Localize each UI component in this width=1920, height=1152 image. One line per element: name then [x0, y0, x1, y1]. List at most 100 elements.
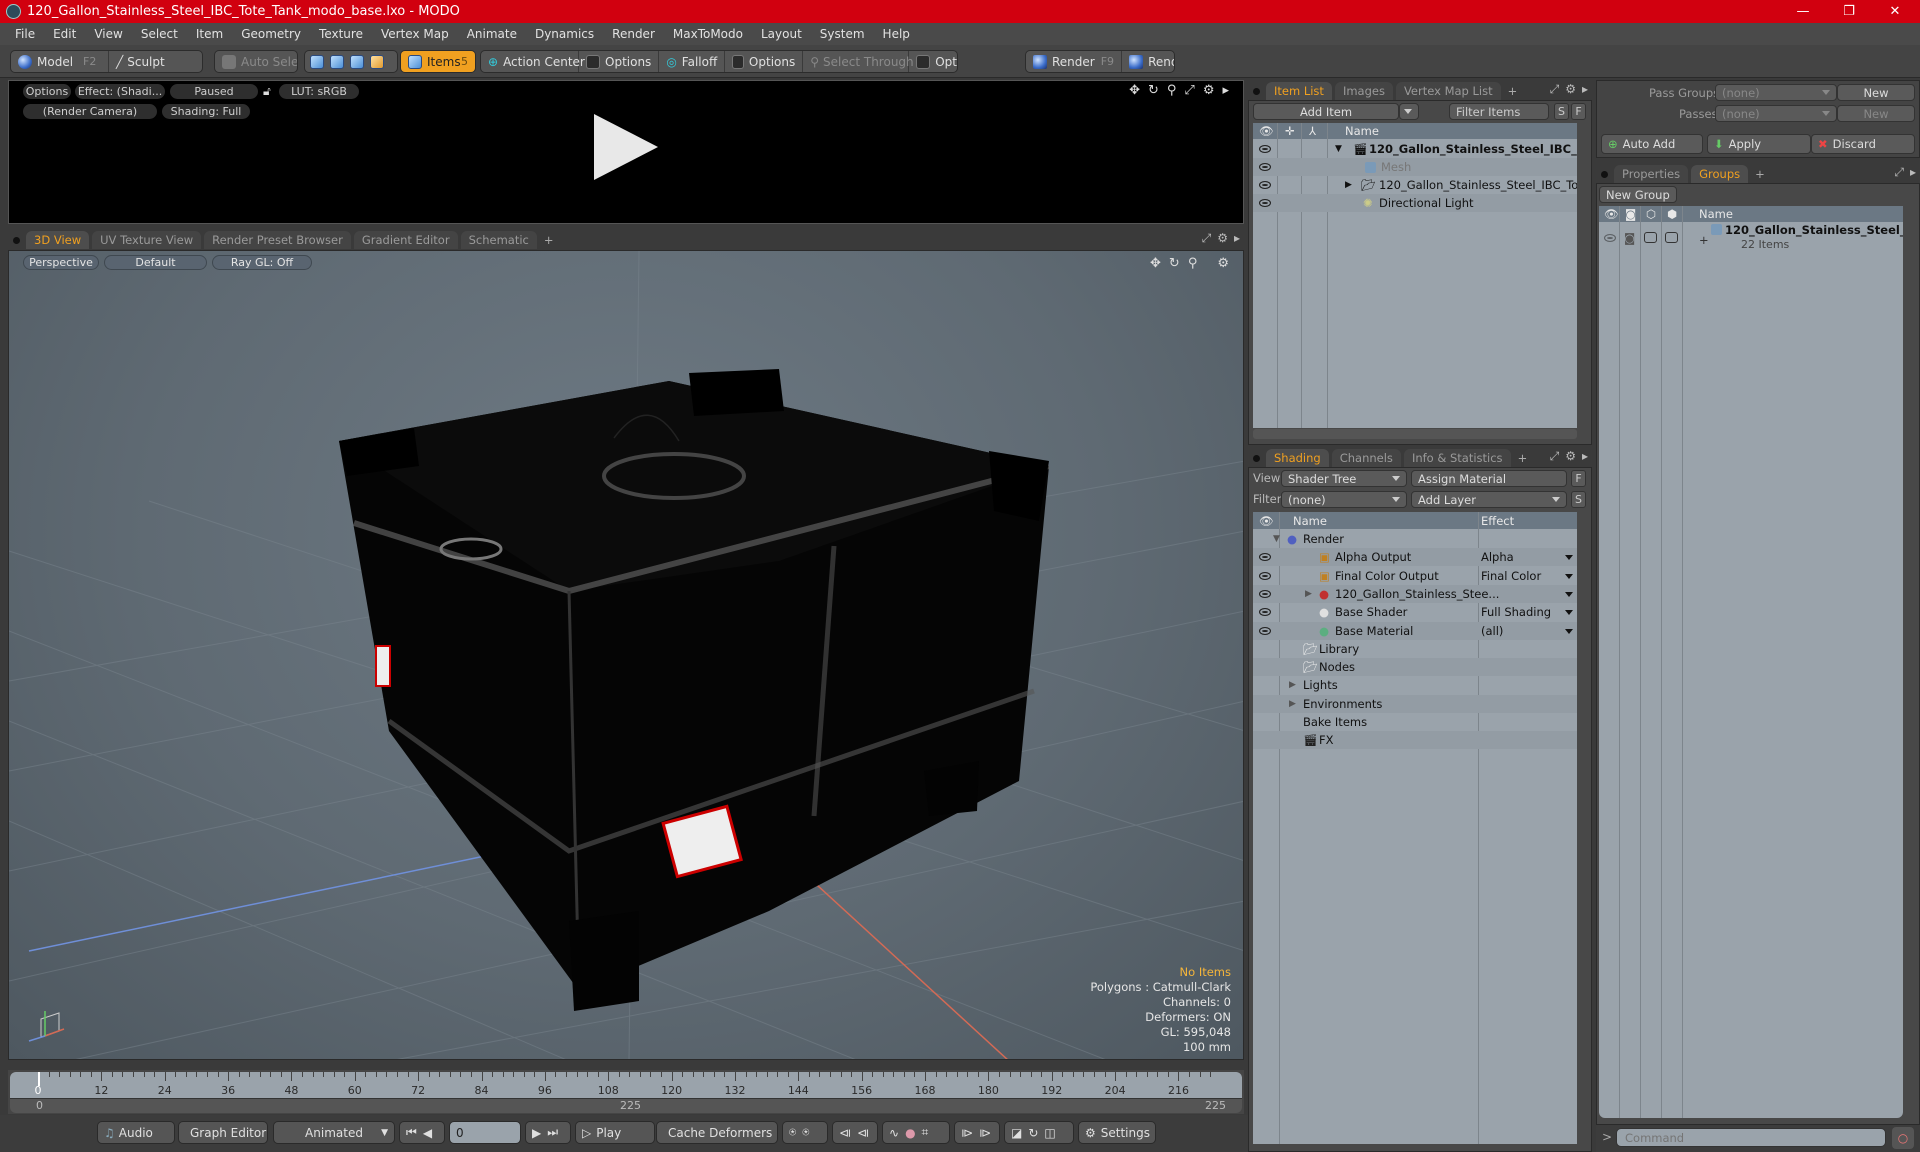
expand-arrow-icon[interactable]: ▶	[1289, 699, 1296, 709]
maximize-icon[interactable]: ⤢	[1184, 83, 1194, 98]
collapse-arrow-icon[interactable]: ▼	[1273, 534, 1280, 544]
menu-help[interactable]: Help	[874, 27, 919, 41]
eye-icon[interactable]	[1604, 234, 1616, 242]
alpha-output-row[interactable]: ▣ Alpha Output Alpha	[1253, 548, 1577, 567]
audio-button[interactable]: ♫ Audio	[97, 1121, 175, 1144]
polygons-mode-icon[interactable]	[350, 54, 364, 69]
expand-arrow-icon[interactable]: ▸	[1582, 449, 1588, 464]
apply-button[interactable]: ⬇ Apply	[1707, 134, 1811, 154]
render-button[interactable]: Render F9	[1026, 51, 1123, 72]
expand-arrow-icon[interactable]: ▶	[1289, 680, 1296, 690]
maximize-icon[interactable]: ⤢	[1202, 231, 1212, 246]
expand-arrow-icon[interactable]: ▸	[1582, 82, 1588, 97]
chevron-down-icon[interactable]	[1565, 573, 1573, 579]
filter-dropdown[interactable]: (none)	[1281, 491, 1407, 508]
expand-arrow-icon[interactable]: ▸	[1234, 231, 1240, 246]
item-row-light[interactable]: ✺ Directional Light	[1253, 194, 1577, 212]
tab-images[interactable]: Images	[1334, 82, 1393, 100]
chevron-down-icon[interactable]	[1565, 628, 1573, 634]
frame-input[interactable]: 0	[449, 1121, 521, 1144]
timeline-range-bar[interactable]: 0 225 225	[10, 1098, 1242, 1113]
tab-uv-texture-view[interactable]: UV Texture View	[92, 231, 202, 249]
layers-icon[interactable]: ◫	[1044, 1126, 1055, 1140]
new-pass-button[interactable]: New	[1837, 105, 1915, 122]
next-key-icon[interactable]: ⧐	[961, 1126, 973, 1140]
tab-groups[interactable]: Groups	[1691, 165, 1749, 183]
expand-arrow-icon[interactable]: ▸	[1222, 83, 1229, 98]
add-tab-button[interactable]: +	[1514, 449, 1532, 467]
select-toggle[interactable]	[1665, 232, 1678, 243]
gear-icon[interactable]: ⚙	[1565, 82, 1576, 97]
menu-texture[interactable]: Texture	[310, 27, 372, 41]
auto-select-button[interactable]: Auto Select	[215, 51, 297, 72]
tab-3d-view[interactable]: 3D View	[26, 231, 90, 249]
loop-icon[interactable]: ↻	[1028, 1126, 1038, 1140]
item-row-scene[interactable]: ▼ 🎬︎ 120_Gallon_Stainless_Steel_IBC_ ...	[1253, 140, 1577, 158]
lut-dropdown[interactable]: LUT: sRGB	[279, 84, 359, 99]
zoom-icon[interactable]: ⚲	[1167, 83, 1177, 98]
render-row[interactable]: ▼ ● Render	[1253, 530, 1577, 548]
library-row[interactable]: 📂︎ Library	[1253, 640, 1577, 658]
tab-channels[interactable]: Channels	[1331, 449, 1401, 467]
discard-button[interactable]: ✖ Discard	[1811, 134, 1915, 154]
falloff-button[interactable]: ◎ Falloff	[659, 51, 726, 72]
tab-bar-handle[interactable]	[13, 237, 20, 244]
tab-item-list[interactable]: Item List	[1266, 82, 1332, 100]
add-item-dropdown[interactable]	[1399, 103, 1419, 120]
eye-icon[interactable]	[1259, 199, 1271, 207]
3d-viewport[interactable]: Perspective Default Ray GL: Off ✥ ↻ ⚲ ⚙ …	[8, 250, 1244, 1060]
tab-shading[interactable]: Shading	[1266, 449, 1329, 467]
eye-icon[interactable]	[1259, 626, 1271, 635]
playhead[interactable]	[38, 1072, 40, 1086]
add-tab-button[interactable]: +	[1504, 82, 1522, 100]
menu-geometry[interactable]: Geometry	[232, 27, 310, 41]
ibc-tote-tank-model[interactable]	[339, 369, 1050, 1011]
skip-to-end-icon[interactable]: ⏭	[547, 1125, 558, 1140]
chevron-down-icon[interactable]	[1565, 555, 1573, 561]
skip-to-start-icon[interactable]: ⏮	[406, 1125, 417, 1140]
items-mode-button[interactable]: Items 5	[401, 51, 475, 72]
passes-dropdown[interactable]: (none)	[1715, 105, 1837, 122]
filter-items-input[interactable]: Filter Items	[1449, 103, 1549, 120]
action-center-button[interactable]: ⊕ Action Center	[481, 51, 585, 72]
fx-row[interactable]: 🎬︎ FX	[1253, 731, 1577, 750]
settings-button[interactable]: ⚙ Settings	[1078, 1121, 1156, 1144]
vertices-mode-icon[interactable]	[310, 54, 324, 69]
camera-key-icon[interactable]: ◪	[1011, 1126, 1022, 1140]
maximize-icon[interactable]: ⤢	[1550, 82, 1560, 97]
effect-dropdown[interactable]: Effect: (Shadi...	[75, 84, 165, 99]
eye-icon[interactable]	[1259, 145, 1271, 153]
pan-icon[interactable]: ✥	[1129, 83, 1140, 98]
effect-value[interactable]: Final Color	[1481, 569, 1541, 583]
tab-gradient-editor[interactable]: Gradient Editor	[353, 231, 458, 249]
eye-icon[interactable]	[1259, 163, 1271, 171]
effect-value[interactable]: Full Shading	[1481, 605, 1551, 619]
s-button[interactable]: S	[1571, 491, 1586, 508]
menu-file[interactable]: File	[6, 27, 44, 41]
gear-icon[interactable]: ⚙	[1203, 83, 1215, 98]
base-shader-row[interactable]: ● Base Shader Full Shading	[1253, 603, 1577, 621]
raygl-dropdown[interactable]: Ray GL: Off	[212, 255, 312, 270]
preview-options-button[interactable]: Options	[23, 84, 71, 99]
menu-layout[interactable]: Layout	[752, 27, 811, 41]
close-button[interactable]: ✕	[1872, 0, 1918, 23]
timeline[interactable]: 0 12 24 36 48 60 72 84 96 108 120 132 144 156 168 180 19…	[8, 1070, 1244, 1114]
render-toggle-icon[interactable]: ◙	[1624, 231, 1635, 245]
final-color-output-row[interactable]: ▣ Final Color Output Final Color	[1253, 567, 1577, 585]
gear-icon[interactable]: ⚙	[1565, 449, 1576, 464]
menu-system[interactable]: System	[811, 27, 874, 41]
graph-editor-button[interactable]: Graph Editor	[178, 1121, 268, 1144]
step-forward-icon[interactable]: ▶	[532, 1126, 541, 1140]
menu-maxtomodo[interactable]: MaxToModo	[664, 27, 752, 41]
gear-icon[interactable]: ⚙	[1217, 256, 1229, 271]
assign-material-button[interactable]: Assign Material	[1411, 470, 1567, 487]
play-button[interactable]: ▷ Play	[575, 1121, 655, 1144]
environments-row[interactable]: ▶ Environments	[1253, 694, 1577, 713]
item-row-mesh[interactable]: Mesh	[1253, 158, 1577, 176]
tab-schematic[interactable]: Schematic	[460, 231, 537, 249]
pan-icon[interactable]: ✥	[1150, 256, 1161, 271]
filter-s-button[interactable]: S	[1554, 103, 1569, 120]
nodes-row[interactable]: 📂︎ Nodes	[1253, 658, 1577, 677]
new-group-button[interactable]: New Group	[1599, 186, 1677, 203]
add-tab-button[interactable]: +	[1751, 165, 1769, 183]
